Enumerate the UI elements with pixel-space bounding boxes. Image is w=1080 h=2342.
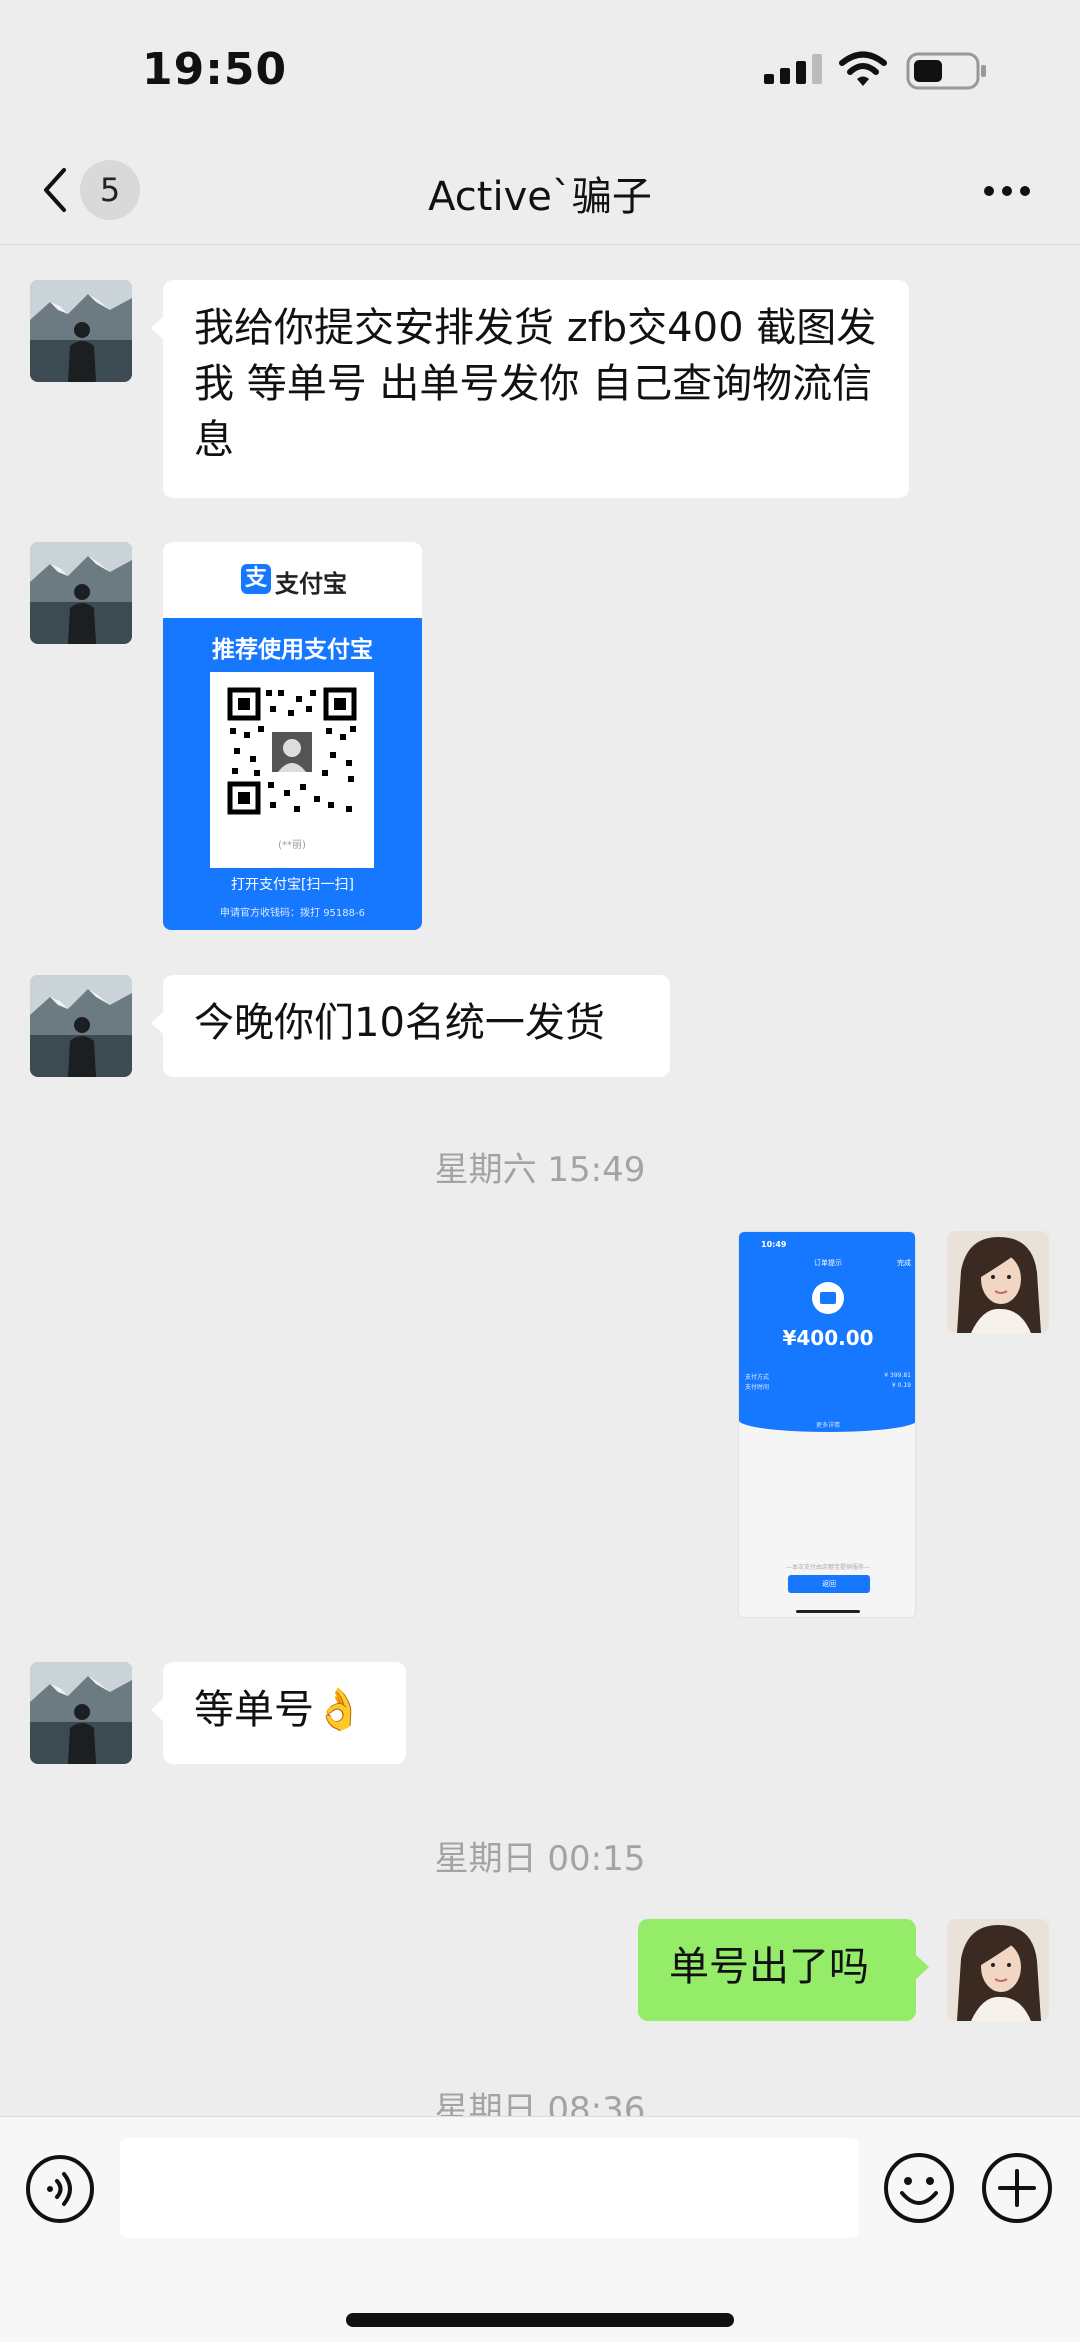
- screenshot-done: 完成: [897, 1259, 911, 1267]
- payment-screenshot-message[interactable]: 10:49 订单提示 完成 ¥400.00 支付方式 ¥ 399.81 支付时间…: [738, 1231, 916, 1618]
- plus-icon[interactable]: [980, 2151, 1054, 2225]
- timestamp: 星期日 00:15: [434, 1839, 646, 1879]
- message-input[interactable]: [120, 2138, 859, 2238]
- screenshot-time: 10:49: [761, 1240, 787, 1249]
- payee-name: (**丽): [278, 840, 306, 851]
- store-icon: [812, 1282, 844, 1314]
- payment-return-button: 返回: [788, 1575, 870, 1593]
- message-text: 单号出了吗: [669, 1944, 869, 1990]
- screenshot-home-bar: [796, 1610, 860, 1613]
- payment-row-value: ¥ 0.19: [891, 1382, 911, 1389]
- payment-amount: ¥400.00: [782, 1326, 874, 1350]
- voice-input-icon[interactable]: [24, 2153, 96, 2225]
- self-avatar[interactable]: [947, 1231, 1049, 1333]
- status-time: 19:50: [142, 44, 288, 95]
- message-bubble-incoming[interactable]: 等单号👌: [151, 1662, 406, 1764]
- chat-title: Active`骗子: [428, 174, 652, 220]
- contact-avatar[interactable]: [30, 280, 132, 382]
- payment-row: 支付方式 ¥ 399.81: [745, 1372, 911, 1381]
- wifi-icon: [839, 51, 887, 86]
- message-text: 我给你提交安排发货 zfb交400 截图发我 等单号 出单号发你 自己查询物流信…: [194, 305, 877, 463]
- chat-header: 5 Active`骗子: [0, 140, 1080, 245]
- timestamp: 星期六 15:49: [434, 1150, 646, 1190]
- payment-more-details: 更多详情: [815, 1422, 840, 1429]
- alipay-logo-text: 支付宝: [275, 570, 347, 598]
- alipay-logo-icon: 支: [241, 564, 271, 594]
- message-text: 等单号👌: [194, 1687, 364, 1733]
- qr-headline: 推荐使用支付宝: [212, 637, 373, 663]
- contact-avatar[interactable]: [30, 975, 132, 1077]
- contact-avatar[interactable]: [30, 1662, 132, 1764]
- qr-scan-hint: 打开支付宝[扫一扫]: [231, 877, 354, 893]
- alipay-qr-image-message[interactable]: 支 支付宝 推荐使用支付宝 (**丽) 打开支付宝[扫一扫] 申请官方收钱码：拨…: [163, 542, 422, 930]
- payment-row: 支付时间 ¥ 0.19: [745, 1382, 911, 1391]
- payment-row-label: 支付时间: [745, 1384, 770, 1391]
- message-text: 今晚你们10名统一发货: [194, 1000, 605, 1046]
- cellular-signal-icon: [764, 54, 822, 84]
- status-bar: 19:50: [0, 0, 1080, 140]
- self-avatar[interactable]: [947, 1919, 1049, 2021]
- home-indicator: [346, 2313, 734, 2327]
- battery-icon: [906, 52, 986, 90]
- payment-note: —本次支付由余额宝提供服务—: [785, 1564, 870, 1571]
- qr-footer: 申请官方收钱码：拨打 95188-6: [220, 908, 365, 919]
- more-options-icon[interactable]: [982, 184, 1032, 198]
- contact-avatar[interactable]: [30, 542, 132, 644]
- message-bubble-outgoing[interactable]: 单号出了吗: [638, 1919, 929, 2021]
- emoji-icon[interactable]: [882, 2151, 956, 2225]
- payment-row-value: ¥ 399.81: [884, 1372, 911, 1379]
- message-bubble-incoming[interactable]: 我给你提交安排发货 zfb交400 截图发我 等单号 出单号发你 自己查询物流信…: [151, 280, 909, 498]
- chat-input-bar: [0, 2116, 1080, 2342]
- qr-code: (**丽): [210, 672, 374, 868]
- qr-header: 支 支付宝: [163, 542, 422, 618]
- screenshot-subtitle: 订单提示: [814, 1259, 842, 1267]
- message-bubble-incoming[interactable]: 今晚你们10名统一发货: [151, 975, 670, 1077]
- payment-row-label: 支付方式: [745, 1374, 770, 1381]
